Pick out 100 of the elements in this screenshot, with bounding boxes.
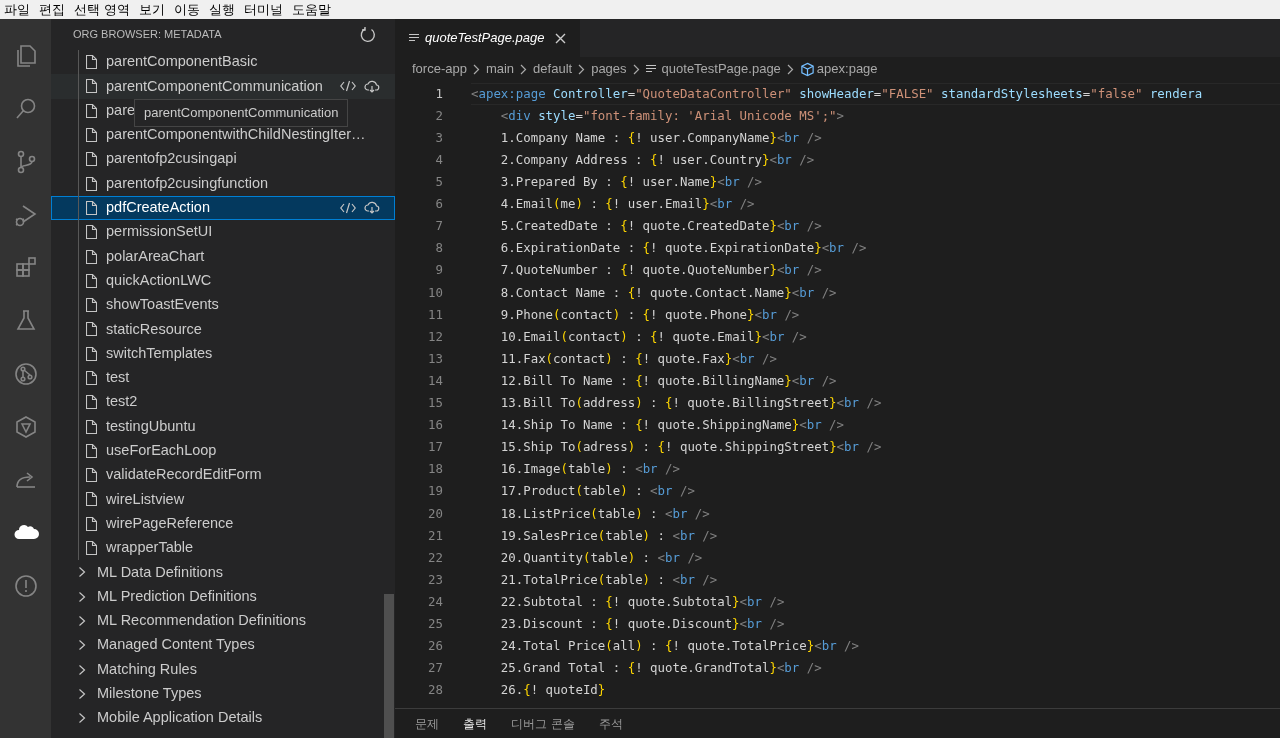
lines-icon bbox=[645, 64, 656, 74]
file-icon bbox=[86, 55, 97, 70]
tree-item[interactable]: permissionSetUI bbox=[51, 220, 395, 245]
file-icon bbox=[86, 419, 97, 434]
code-line: 26.{! quoteId} bbox=[499, 681, 607, 700]
close-icon[interactable] bbox=[554, 32, 566, 44]
menu-item[interactable]: 파일 bbox=[4, 0, 30, 20]
file-icon bbox=[86, 200, 97, 215]
file-icon bbox=[86, 152, 97, 167]
tree-item[interactable]: ML Prediction Definitions bbox=[51, 584, 395, 609]
tree-item[interactable]: pdfCreateAction bbox=[51, 195, 395, 221]
panel-tab[interactable]: 문제 bbox=[415, 714, 439, 733]
line-number: 21 bbox=[427, 526, 444, 545]
file-icon bbox=[86, 128, 97, 143]
line-number: 4 bbox=[434, 151, 444, 169]
breadcrumb-item[interactable]: pages bbox=[591, 59, 627, 79]
tree-item[interactable]: parentComponentBasic bbox=[51, 50, 395, 75]
line-number: 10 bbox=[427, 283, 444, 302]
tree-item[interactable]: Managed Content Types bbox=[51, 633, 395, 658]
tree-item[interactable]: test bbox=[51, 365, 395, 391]
file-icon bbox=[86, 79, 97, 94]
tooltip: parentComponentCommunication bbox=[134, 99, 349, 127]
menu-item[interactable]: 이동 bbox=[174, 0, 201, 20]
file-icon bbox=[86, 225, 97, 240]
editor-tab[interactable]: quoteTestPage.page bbox=[395, 19, 580, 57]
breadcrumb-item[interactable]: default bbox=[533, 59, 573, 79]
code-icon[interactable] bbox=[340, 80, 356, 93]
tree-item[interactable]: showToastEvents bbox=[51, 292, 395, 318]
code-line: 17.Product(table) : <br /> bbox=[499, 482, 696, 501]
menu-item[interactable]: 실행 bbox=[209, 0, 236, 20]
panel-tab[interactable]: 디버그 콘솔 bbox=[511, 714, 575, 733]
line-number: 13 bbox=[427, 349, 444, 368]
breadcrumb-item[interactable]: main bbox=[485, 59, 515, 79]
file-icon bbox=[86, 541, 97, 556]
menu-item[interactable]: 보기 bbox=[139, 0, 166, 20]
code-line: 22.Subtotal : {! quote.Subtotal}<br /> bbox=[499, 592, 786, 611]
tree-item[interactable]: wrapperTable bbox=[51, 535, 395, 561]
tree-item[interactable]: Milestone Types bbox=[51, 681, 395, 706]
tree-item[interactable]: useForEachLoop bbox=[51, 438, 395, 464]
breadcrumb-item[interactable]: apex:page bbox=[816, 59, 878, 79]
line-number: 26 bbox=[427, 637, 444, 656]
tree-item[interactable]: wireListview bbox=[51, 487, 395, 512]
line-number: 7 bbox=[434, 217, 444, 236]
chevron-right-icon bbox=[520, 63, 528, 75]
line-number: 19 bbox=[427, 482, 444, 501]
info-icon[interactable] bbox=[12, 572, 39, 599]
line-number: 18 bbox=[427, 460, 444, 479]
panel-tab[interactable]: 주석 bbox=[598, 714, 623, 733]
code-line: 19.SalesPrice(table) : <br /> bbox=[499, 526, 719, 545]
chevron-right-icon bbox=[578, 63, 586, 75]
line-number: 3 bbox=[434, 128, 444, 147]
code-line: 20.Quantity(table) : <br /> bbox=[499, 548, 704, 567]
breadcrumb-item[interactable]: quoteTestPage.page bbox=[661, 59, 781, 79]
chevron-right-icon bbox=[786, 63, 794, 75]
cloud-download-icon[interactable] bbox=[364, 201, 380, 215]
code-line: 21.TotalPrice(table) : <br /> bbox=[499, 570, 719, 589]
tree-item[interactable]: validateRecordEditForm bbox=[51, 463, 395, 488]
code-line: 8.Contact Name : {! quote.Contact.Name}<br /> bbox=[499, 283, 838, 302]
tree-item[interactable]: ML Data Definitions bbox=[51, 560, 395, 585]
cloud-download-icon[interactable] bbox=[364, 79, 380, 93]
code-line: 12.Bill To Name : {! quote.BillingName}<br /> bbox=[499, 371, 838, 390]
line-number: 11 bbox=[427, 305, 444, 324]
menu-item[interactable]: 선택 영역 bbox=[74, 0, 131, 20]
file-icon bbox=[86, 468, 97, 483]
code-line: 2.Company Address : {! user.Country}<br /> bbox=[499, 151, 816, 169]
code-line: 11.Fax(contact) : {! quote.Fax}<br /> bbox=[499, 349, 778, 368]
tree-item[interactable]: parentComponentCommunication bbox=[51, 74, 395, 99]
menu-item[interactable]: 편집 bbox=[39, 0, 65, 20]
tree-item[interactable]: Matching Rules bbox=[51, 657, 395, 682]
tree-item[interactable]: parentofp2cusingfunction bbox=[51, 171, 395, 196]
pull-request-icon[interactable] bbox=[12, 360, 39, 387]
code-line: 25.Grand Total : {! quote.GrandTotal}<br /> bbox=[499, 659, 823, 678]
code-icon[interactable] bbox=[340, 201, 356, 214]
code-line: 13.Bill To(address) : {! quote.BillingStreet}<br /> bbox=[499, 394, 883, 413]
tab-title: quoteTestPage.page bbox=[425, 29, 545, 48]
line-number: 6 bbox=[434, 195, 444, 214]
tree-item[interactable]: Mobile Application Details bbox=[51, 706, 395, 731]
tree-item[interactable]: parentofp2cusingapi bbox=[51, 147, 395, 172]
tree-item[interactable]: wirePageReference bbox=[51, 511, 395, 536]
tree-item[interactable]: test2 bbox=[51, 390, 395, 415]
tree-item[interactable]: testingUbuntu bbox=[51, 414, 395, 439]
line-number: 28 bbox=[427, 681, 444, 700]
code-line: 10.Email(contact) : {! quote.Email}<br /> bbox=[499, 327, 808, 346]
file-icon bbox=[86, 371, 97, 385]
menu-item[interactable]: 터미널 bbox=[244, 0, 284, 20]
code-line: 16.Image(table) : <br /> bbox=[499, 460, 681, 479]
code-line: 7.QuoteNumber : {! quote.QuoteNumber}<br /> bbox=[499, 261, 823, 280]
refresh-icon[interactable] bbox=[359, 25, 377, 44]
panel-tab[interactable]: 출력 bbox=[463, 714, 487, 733]
tree-item[interactable]: switchTemplates bbox=[51, 341, 395, 366]
chevron-right-icon bbox=[78, 663, 86, 676]
scrollbar-thumb[interactable] bbox=[384, 594, 394, 738]
tree-item[interactable]: staticResource bbox=[51, 317, 395, 342]
menu-item[interactable]: 도움말 bbox=[292, 0, 332, 20]
lines-icon bbox=[409, 33, 419, 43]
tree-item[interactable]: ML Recommendation Definitions bbox=[51, 608, 395, 634]
breadcrumb-item[interactable]: force-app bbox=[412, 59, 467, 79]
tree-item[interactable]: quickActionLWC bbox=[51, 268, 395, 293]
tree-item[interactable]: polarAreaChart bbox=[51, 244, 395, 269]
code-line: 9.Phone(contact) : {! quote.Phone}<br /> bbox=[499, 305, 801, 324]
